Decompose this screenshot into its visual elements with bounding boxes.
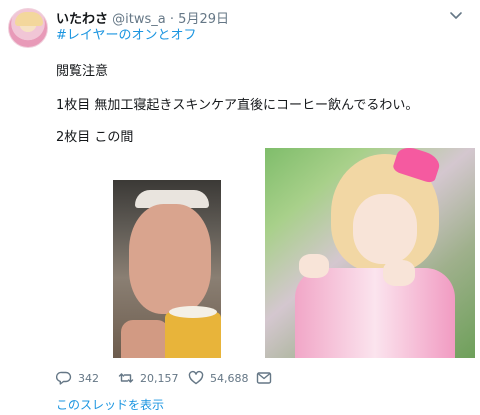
retweet-icon — [118, 373, 134, 383]
reply-icon — [56, 371, 72, 385]
tweet-image-1[interactable] — [113, 180, 221, 358]
tweet-text-line: 2枚目 この間 — [56, 130, 134, 145]
hand-shape — [121, 320, 169, 358]
reply-button[interactable]: 342 — [56, 370, 99, 386]
face-shape — [129, 204, 211, 314]
coffee-cup-shape — [165, 306, 221, 358]
direct-message-button[interactable] — [256, 370, 272, 386]
retweet-button[interactable]: 20,157 — [118, 370, 179, 386]
tweet-image-2[interactable] — [265, 148, 475, 358]
like-icon — [188, 370, 204, 385]
retweet-count: 20,157 — [140, 371, 179, 385]
like-count: 54,688 — [210, 371, 249, 385]
tweet-text-line: 1枚目 無加工寝起きスキンケア直後にコーヒー飲んでるわい。 — [56, 98, 419, 113]
chevron-down-icon[interactable] — [448, 9, 464, 23]
dm-icon — [256, 372, 272, 384]
costume-shape — [295, 268, 455, 358]
avatar[interactable] — [8, 8, 48, 48]
like-button[interactable]: 54,688 — [188, 370, 249, 386]
show-thread-link[interactable]: このスレッドを表示 — [56, 396, 164, 413]
hashtag-link[interactable]: #レイヤーのオンとオフ — [56, 24, 197, 43]
hand-shape — [383, 260, 415, 286]
reply-count: 342 — [78, 371, 99, 385]
hand-shape — [299, 254, 329, 278]
face-shape — [353, 194, 417, 264]
tweet-text-line: 閲覧注意 — [56, 64, 109, 79]
